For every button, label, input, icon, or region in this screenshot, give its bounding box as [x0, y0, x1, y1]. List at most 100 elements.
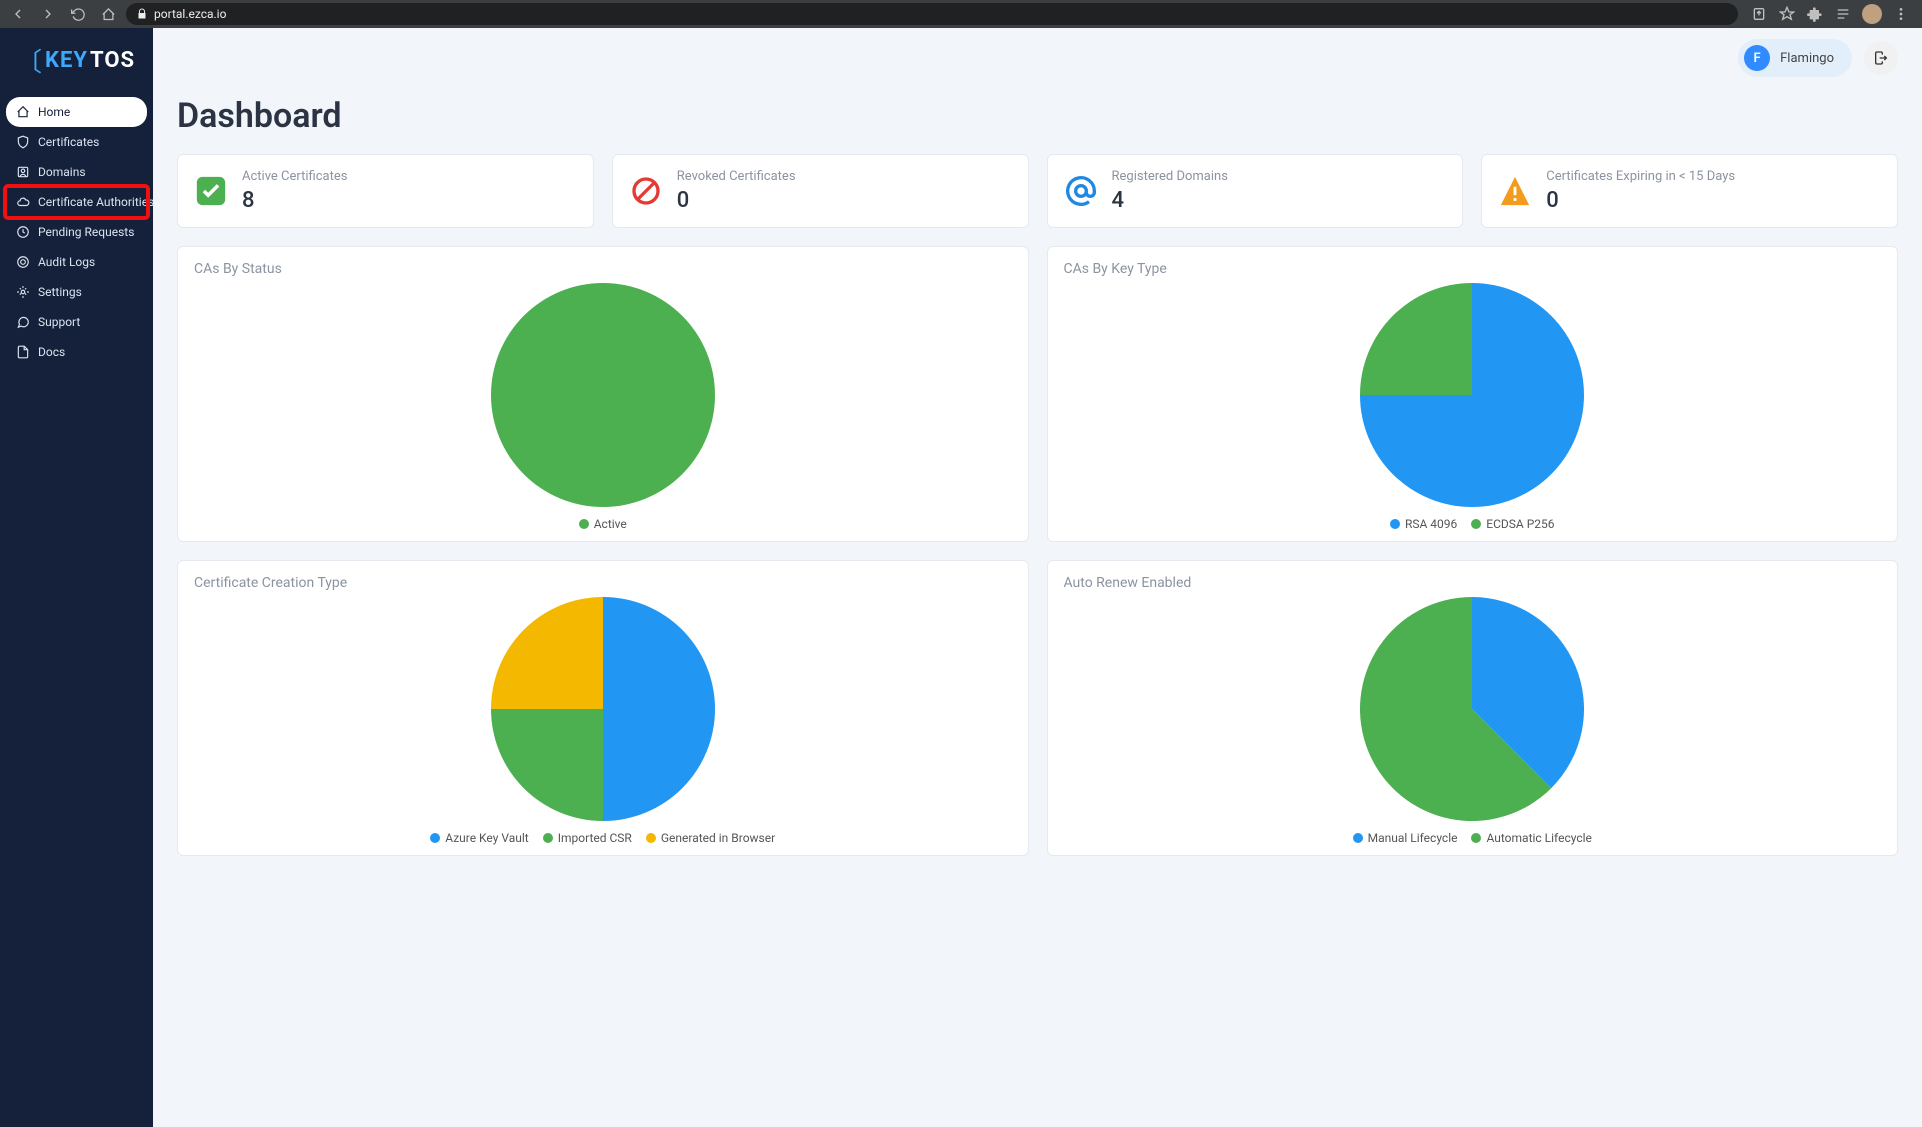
pie-chart-cas-by-status[interactable] — [491, 283, 715, 507]
sidebar: 〔KEYTOS Home Certificates Domains Certif… — [0, 28, 153, 1127]
shield-icon — [16, 135, 30, 149]
stat-value: 4 — [1112, 188, 1228, 213]
sidebar-item-support[interactable]: Support — [6, 307, 147, 337]
legend-swatch — [1353, 833, 1363, 843]
legend-swatch — [1471, 519, 1481, 529]
stat-label: Registered Domains — [1112, 169, 1228, 184]
page-title: Dashboard — [177, 96, 1898, 136]
stat-card-domains: Registered Domains 4 — [1047, 154, 1464, 228]
sidebar-item-docs[interactable]: Docs — [6, 337, 147, 367]
stat-value: 0 — [1546, 188, 1735, 213]
brand-logo: 〔KEYTOS — [0, 28, 153, 97]
logout-button[interactable] — [1864, 41, 1898, 75]
ban-icon — [629, 174, 663, 208]
legend-swatch — [1390, 519, 1400, 529]
chat-icon — [16, 315, 30, 329]
url-text: portal.ezca.io — [154, 7, 226, 21]
stat-row: Active Certificates 8 Revoked Certificat… — [177, 154, 1898, 228]
profile-avatar-icon[interactable] — [1862, 4, 1882, 24]
legend-swatch — [543, 833, 553, 843]
sidebar-item-home[interactable]: Home — [6, 97, 147, 127]
clock-icon — [16, 225, 30, 239]
sidebar-item-label: Audit Logs — [38, 255, 95, 269]
home-button-chrome[interactable] — [96, 2, 120, 26]
main-area: F Flamingo Dashboard Active Certificates… — [153, 28, 1922, 1127]
legend-swatch — [430, 833, 440, 843]
sidebar-item-label: Pending Requests — [38, 225, 134, 239]
legend-swatch — [579, 519, 589, 529]
sidebar-item-label: Certificate Authorities — [38, 195, 154, 209]
stat-card-revoked: Revoked Certificates 0 — [612, 154, 1029, 228]
sidebar-item-domains[interactable]: Domains — [6, 157, 147, 187]
pie-chart-cert-creation-type[interactable] — [491, 597, 715, 821]
forward-button[interactable] — [36, 2, 60, 26]
sidebar-item-label: Home — [38, 105, 70, 119]
legend-label: Automatic Lifecycle — [1486, 831, 1591, 845]
reading-list-icon[interactable] — [1834, 5, 1852, 23]
sidebar-item-settings[interactable]: Settings — [6, 277, 147, 307]
sidebar-item-label: Domains — [38, 165, 86, 179]
target-icon — [16, 255, 30, 269]
legend-item[interactable]: Manual Lifecycle — [1353, 831, 1458, 845]
sidebar-item-certificates[interactable]: Certificates — [6, 127, 147, 157]
sidebar-item-label: Support — [38, 315, 80, 329]
user-name: Flamingo — [1780, 51, 1834, 66]
pie-chart-auto-renew[interactable] — [1360, 597, 1584, 821]
legend-item[interactable]: Imported CSR — [543, 831, 632, 845]
stat-card-active: Active Certificates 8 — [177, 154, 594, 228]
chart-card-cert-creation-type: Certificate Creation Type Azure Key Vaul… — [177, 560, 1029, 856]
chart-card-auto-renew: Auto Renew Enabled Manual Lifecycle Autom… — [1047, 560, 1899, 856]
legend: Active — [579, 517, 627, 531]
chart-title: CAs By Status — [194, 261, 1012, 277]
stat-value: 0 — [677, 188, 796, 213]
legend-swatch — [1471, 833, 1481, 843]
extensions-icon[interactable] — [1806, 5, 1824, 23]
legend-item[interactable]: ECDSA P256 — [1471, 517, 1554, 531]
doc-icon — [16, 345, 30, 359]
reload-button[interactable] — [66, 2, 90, 26]
legend-label: Azure Key Vault — [445, 831, 528, 845]
stat-card-expiring: Certificates Expiring in < 15 Days 0 — [1481, 154, 1898, 228]
stat-label: Certificates Expiring in < 15 Days — [1546, 169, 1735, 184]
cloud-icon — [16, 195, 30, 209]
legend-label: Generated in Browser — [661, 831, 775, 845]
menu-icon[interactable] — [1892, 5, 1910, 23]
gear-icon — [16, 285, 30, 299]
chart-card-cas-by-key-type: CAs By Key Type RSA 4096 ECDSA P256 — [1047, 246, 1899, 542]
legend-item[interactable]: Automatic Lifecycle — [1471, 831, 1591, 845]
legend-label: RSA 4096 — [1405, 517, 1457, 531]
chart-title: Certificate Creation Type — [194, 575, 1012, 591]
topbar: F Flamingo — [153, 28, 1922, 88]
lock-icon — [136, 8, 148, 20]
stat-label: Revoked Certificates — [677, 169, 796, 184]
sidebar-item-label: Settings — [38, 285, 82, 299]
alert-icon — [1498, 174, 1532, 208]
legend: Azure Key Vault Imported CSR Generated in … — [430, 831, 775, 845]
browser-chrome: portal.ezca.io — [0, 0, 1922, 28]
at-icon — [1064, 174, 1098, 208]
user-avatar: F — [1744, 45, 1770, 71]
address-bar[interactable]: portal.ezca.io — [126, 3, 1738, 25]
chart-card-cas-by-status: CAs By Status Active — [177, 246, 1029, 542]
chart-title: CAs By Key Type — [1064, 261, 1882, 277]
legend-label: ECDSA P256 — [1486, 517, 1554, 531]
stat-label: Active Certificates — [242, 169, 347, 184]
legend: RSA 4096 ECDSA P256 — [1390, 517, 1555, 531]
sidebar-item-audit-logs[interactable]: Audit Logs — [6, 247, 147, 277]
home-icon — [16, 105, 30, 119]
user-menu[interactable]: F Flamingo — [1738, 39, 1852, 77]
share-icon[interactable] — [1750, 5, 1768, 23]
sidebar-item-certificate-authorities[interactable]: Certificate Authorities — [6, 187, 147, 217]
sidebar-item-label: Docs — [38, 345, 65, 359]
legend-item[interactable]: Active — [579, 517, 627, 531]
legend-item[interactable]: Generated in Browser — [646, 831, 775, 845]
pie-chart-cas-by-key-type[interactable] — [1360, 283, 1584, 507]
chart-title: Auto Renew Enabled — [1064, 575, 1882, 591]
back-button[interactable] — [6, 2, 30, 26]
legend-label: Imported CSR — [558, 831, 632, 845]
legend-item[interactable]: RSA 4096 — [1390, 517, 1457, 531]
star-icon[interactable] — [1778, 5, 1796, 23]
sidebar-item-pending-requests[interactable]: Pending Requests — [6, 217, 147, 247]
legend-item[interactable]: Azure Key Vault — [430, 831, 528, 845]
legend-label: Active — [594, 517, 627, 531]
